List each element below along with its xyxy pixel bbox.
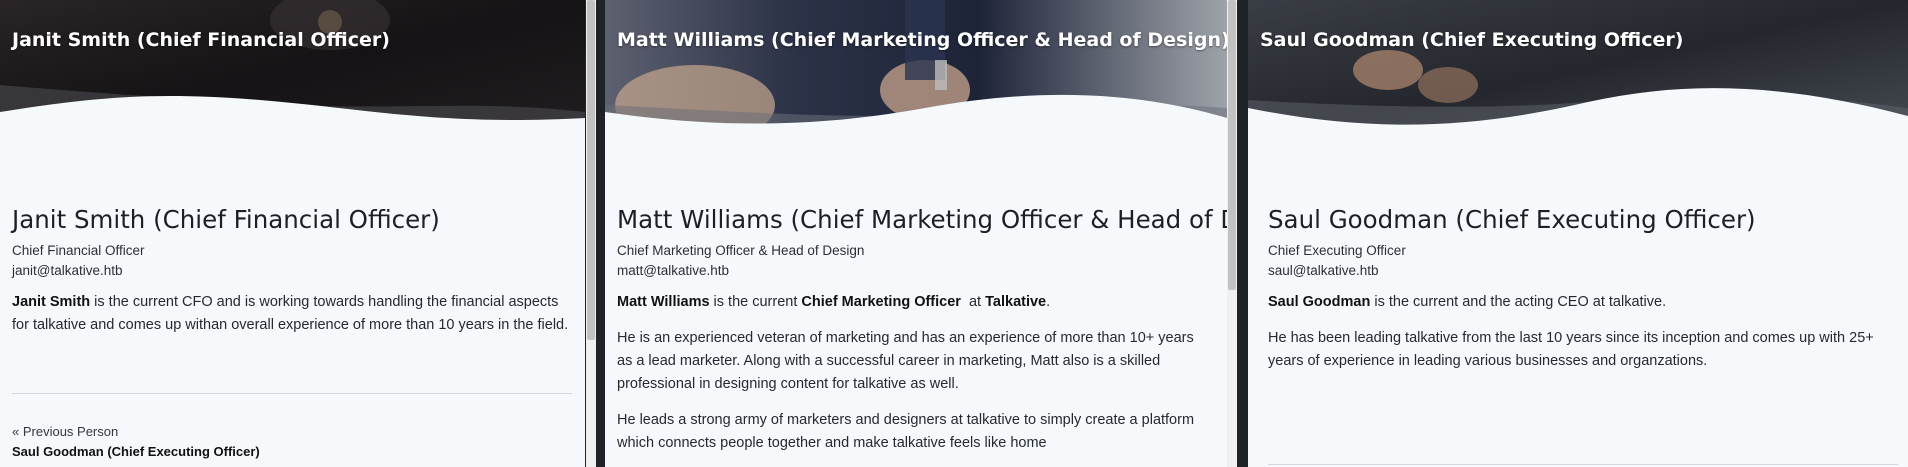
bio-text: is the current [709,294,802,310]
hero-title: Janit Smith (Chief Financial Officer) [12,29,390,51]
bio-title: Chief Marketing Officer [801,294,961,310]
hero-banner: Saul Goodman (Chief Executing Officer) [1248,0,1908,140]
bio-name: Saul Goodman [1268,294,1371,310]
bio-text: is the current and the acting CEO at tal… [1370,294,1667,310]
bio-paragraph: Matt Williams is the current Chief Marke… [617,291,1213,314]
hero-photo-icon [0,0,585,140]
bio-name: Matt Williams [617,294,710,310]
bio-paragraph: He is an experienced veteran of marketin… [617,330,1194,392]
window-gap [1227,0,1248,467]
profile-content: Saul Goodman (Chief Executing Officer) C… [1268,205,1894,373]
person-role: Chief Executing Officer [1268,243,1406,258]
profile-content: Matt Williams (Chief Marketing Officer &… [617,205,1227,455]
bio-name: Janit Smith [12,294,91,310]
person-role: Chief Financial Officer [12,243,145,258]
person-name: Matt Williams (Chief Marketing Officer &… [617,205,1227,234]
bio-paragraph: Saul Goodman is the current and the acti… [1268,291,1894,314]
person-email: matt@talkative.htb [617,263,730,278]
hero-banner: Janit Smith (Chief Financial Officer) [0,0,585,140]
previous-person-nav[interactable]: « Previous Person Saul Goodman (Chief Ex… [12,422,260,462]
bio-text: at [960,294,986,310]
hero-title: Matt Williams (Chief Marketing Officer &… [617,29,1227,51]
profile-panel-matt: Matt Williams (Chief Marketing Officer &… [605,0,1227,467]
person-email: janit@talkative.htb [12,263,123,278]
profile-panel-saul: Saul Goodman (Chief Executing Officer) S… [1248,0,1908,467]
hero-title: Saul Goodman (Chief Executing Officer) [1260,29,1684,51]
person-email: saul@talkative.htb [1268,263,1379,278]
divider [12,393,572,394]
hero-banner: Matt Williams (Chief Marketing Officer &… [605,0,1227,140]
bio-paragraph: He leads a strong army of marketers and … [617,412,1195,451]
bio-company: Talkative [985,294,1047,310]
divider [1268,464,1898,465]
previous-person-label[interactable]: « Previous Person [12,422,260,442]
bio-paragraph: Janit Smith is the current CFO and is wo… [12,291,571,337]
scrollbar-track[interactable] [586,0,596,467]
profile-panel-janit: Janit Smith (Chief Financial Officer) Ja… [0,0,585,467]
scrollbar-track[interactable] [1227,0,1237,467]
hero-photo-icon [1248,0,1908,140]
bio-text: . [1046,294,1051,310]
hero-photo-icon [605,0,1227,140]
profile-content: Janit Smith (Chief Financial Officer) Ch… [12,205,571,337]
person-role: Chief Marketing Officer & Head of Design [617,243,865,258]
person-name: Saul Goodman (Chief Executing Officer) [1268,205,1756,234]
bio-text: is the current CFO and is working toward… [12,294,569,333]
previous-person-link[interactable]: Saul Goodman (Chief Executing Officer) [12,442,260,462]
person-name: Janit Smith (Chief Financial Officer) [12,205,440,234]
scrollbar-thumb[interactable] [1228,0,1236,290]
window-gap [585,0,605,467]
scrollbar-thumb[interactable] [587,0,595,340]
bio-paragraph: He has been leading talkative from the l… [1268,330,1874,369]
